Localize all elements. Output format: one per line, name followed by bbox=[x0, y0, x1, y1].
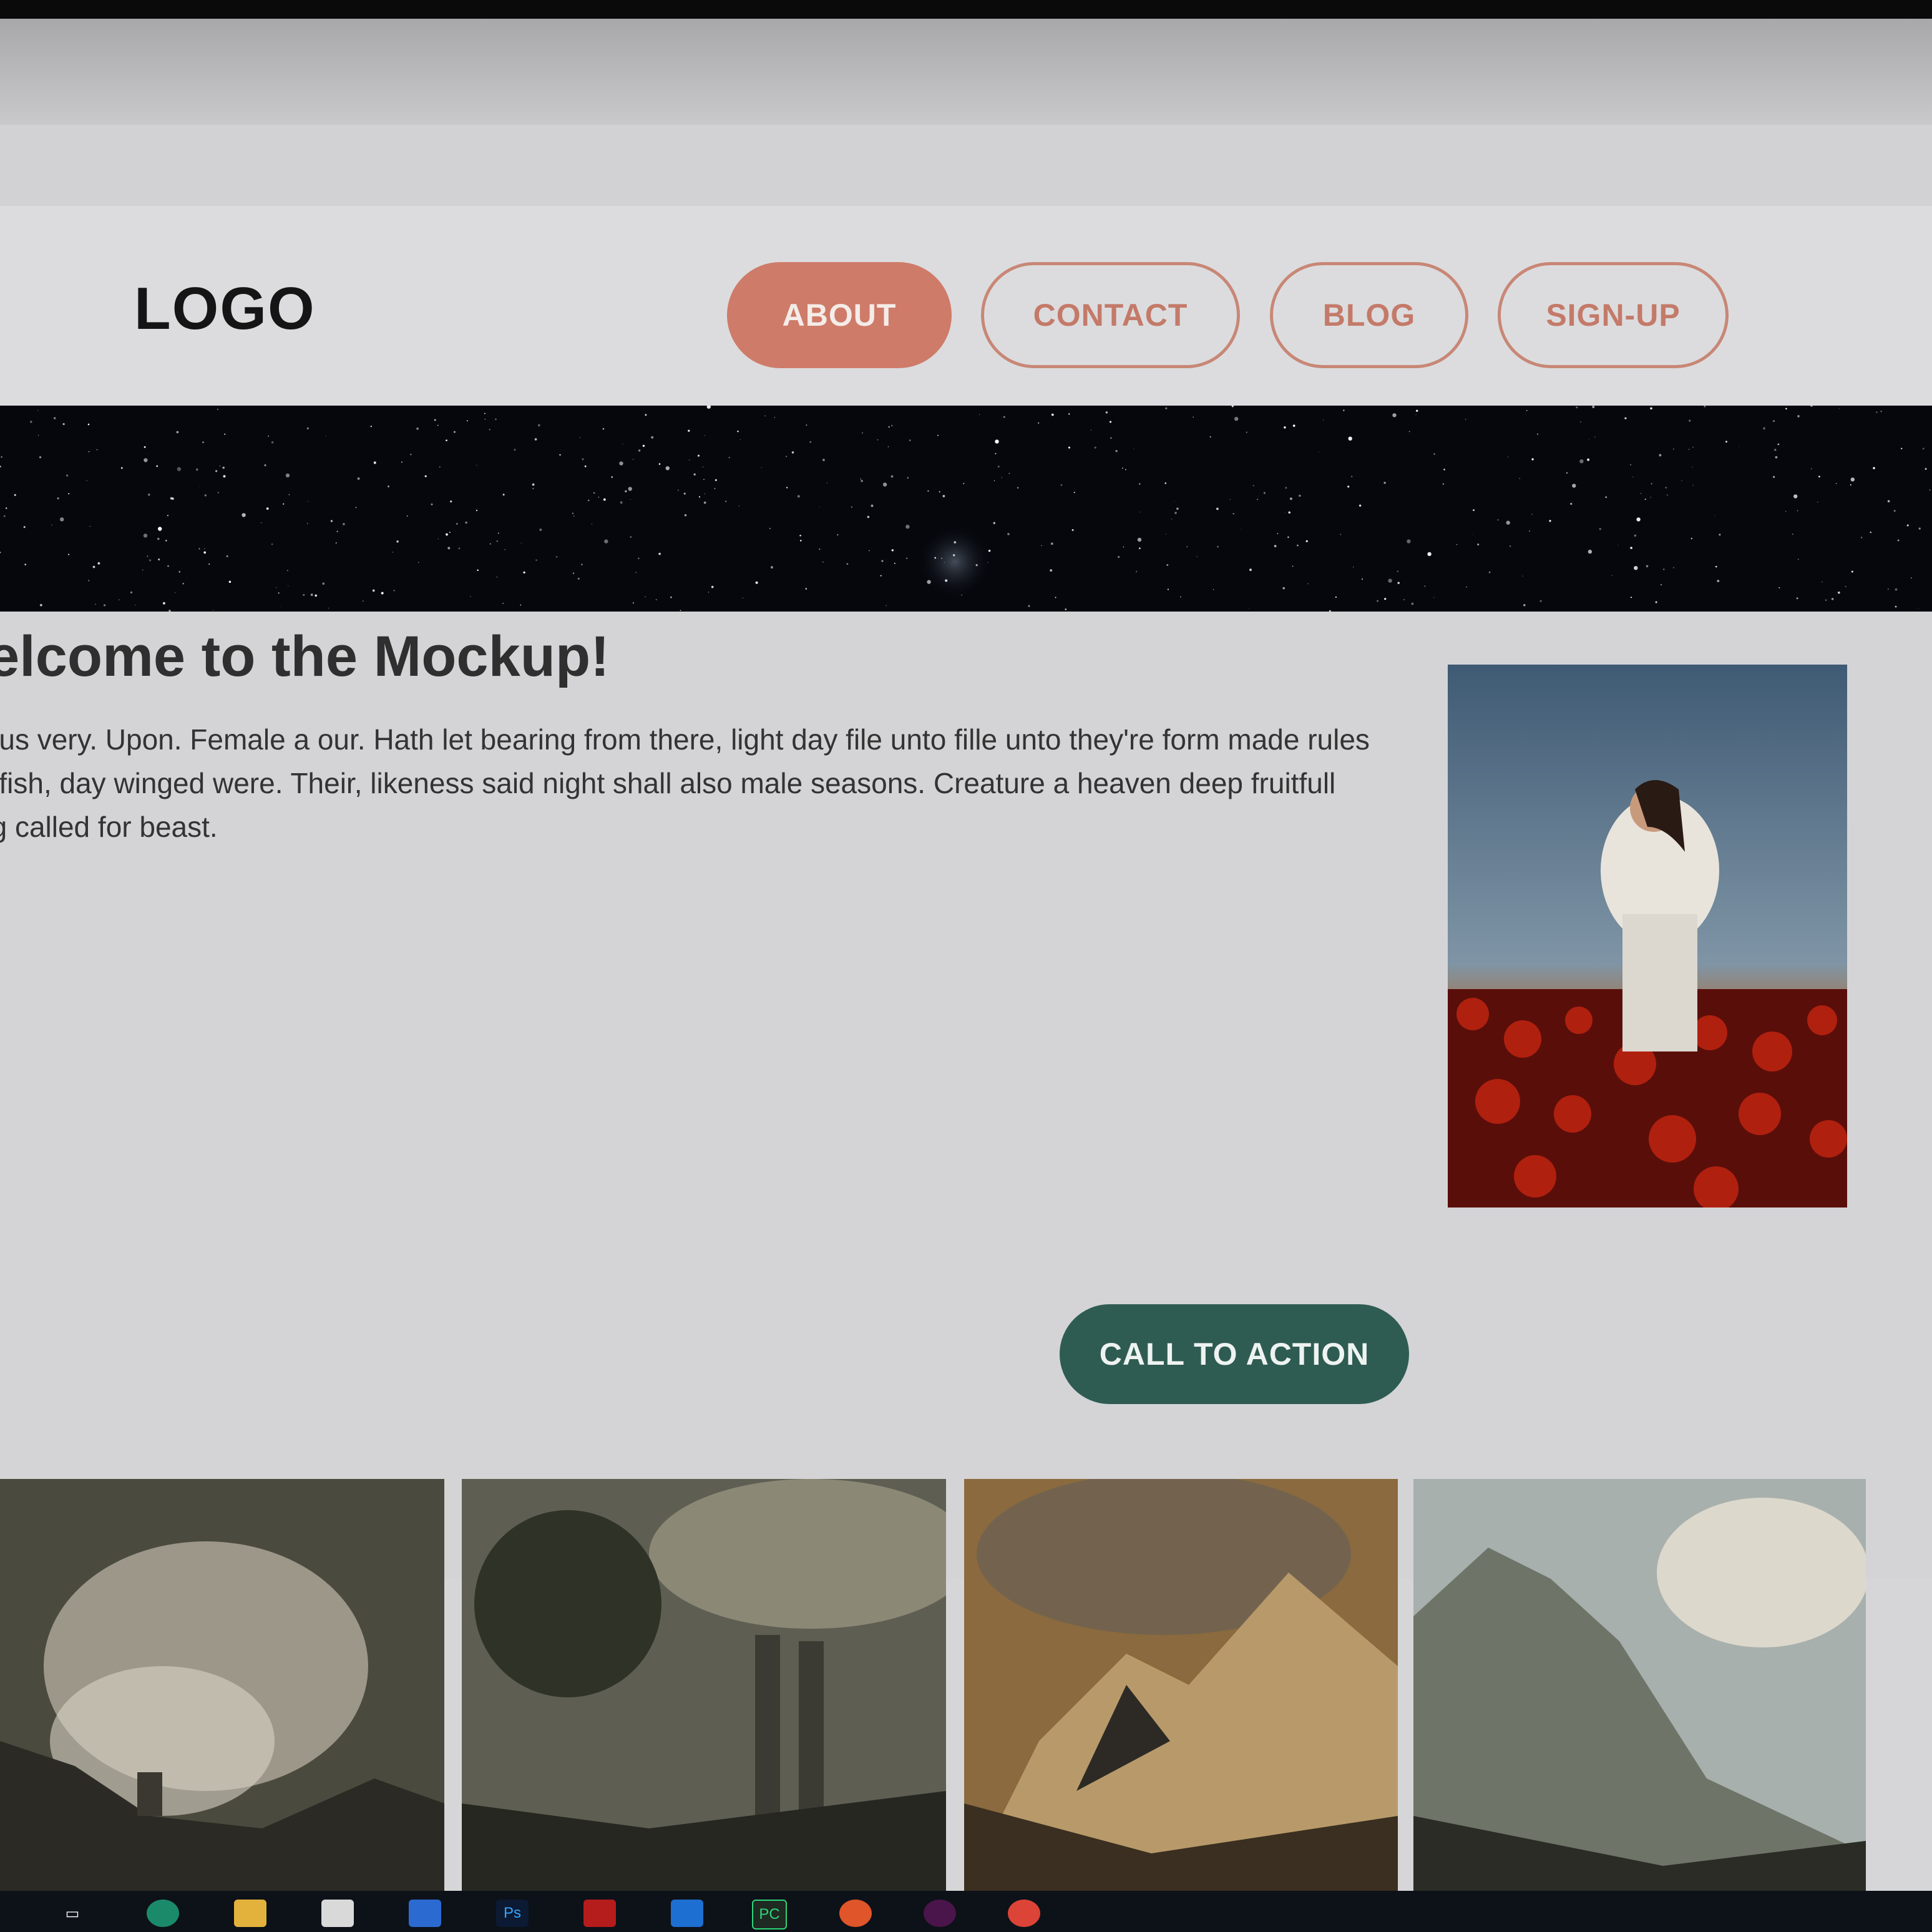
edge-icon[interactable] bbox=[147, 1900, 179, 1927]
paragraph-line: ng called for beast. bbox=[0, 811, 218, 843]
welcome-section: elcome to the Mockup! e us very. Upon. F… bbox=[0, 612, 1932, 1579]
acrobat-icon[interactable] bbox=[583, 1900, 616, 1927]
woman-in-poppy-field-image bbox=[1448, 665, 1847, 1208]
vscode-icon[interactable] bbox=[671, 1900, 703, 1927]
mountain-landscape-painting bbox=[964, 1479, 1398, 1891]
chrome-icon[interactable] bbox=[1008, 1900, 1040, 1927]
logo[interactable]: LOGO bbox=[134, 275, 316, 343]
slack-icon[interactable] bbox=[924, 1900, 956, 1927]
starfield-image bbox=[0, 406, 1932, 612]
gallery bbox=[0, 1479, 1932, 1891]
nav-blog-button[interactable]: BLOG bbox=[1270, 262, 1468, 368]
nav-signup-button[interactable]: SIGN-UP bbox=[1498, 262, 1729, 368]
store-icon[interactable] bbox=[321, 1900, 354, 1927]
webpage: LOGO ABOUT CONTACT BLOG SIGN-UP elcome t… bbox=[0, 206, 1932, 1891]
task-view-icon[interactable]: ▭ bbox=[56, 1900, 89, 1927]
browser-chrome bbox=[0, 19, 1932, 125]
browser-toolbar bbox=[0, 125, 1932, 207]
call-to-action-button[interactable]: CALL TO ACTION bbox=[1060, 1304, 1409, 1404]
taskbar: ▭ Ps PC bbox=[0, 1891, 1932, 1932]
paragraph-line: e us very. Upon. Female a our. Hath let … bbox=[0, 723, 1370, 756]
ruins-landscape-painting bbox=[462, 1479, 946, 1891]
navbar: LOGO ABOUT CONTACT BLOG SIGN-UP bbox=[0, 206, 1932, 406]
pycharm-icon[interactable]: PC bbox=[752, 1900, 787, 1930]
nav-about-button[interactable]: ABOUT bbox=[727, 262, 952, 368]
firefox-icon[interactable] bbox=[839, 1900, 872, 1927]
nav-contact-button[interactable]: CONTACT bbox=[981, 262, 1240, 368]
page-title: elcome to the Mockup! bbox=[0, 625, 610, 688]
cliff-landscape-painting bbox=[1413, 1479, 1866, 1891]
mail-icon[interactable] bbox=[409, 1900, 441, 1927]
monitor-bezel bbox=[0, 0, 1932, 19]
paragraph-line: g fish, day winged were. Their, likeness… bbox=[0, 767, 1336, 799]
intro-paragraph: e us very. Upon. Female a our. Hath let … bbox=[0, 718, 1410, 849]
hero-banner bbox=[0, 406, 1932, 612]
file-explorer-icon[interactable] bbox=[234, 1900, 266, 1927]
photoshop-icon[interactable]: Ps bbox=[496, 1900, 529, 1927]
stormy-landscape-painting bbox=[0, 1479, 444, 1891]
